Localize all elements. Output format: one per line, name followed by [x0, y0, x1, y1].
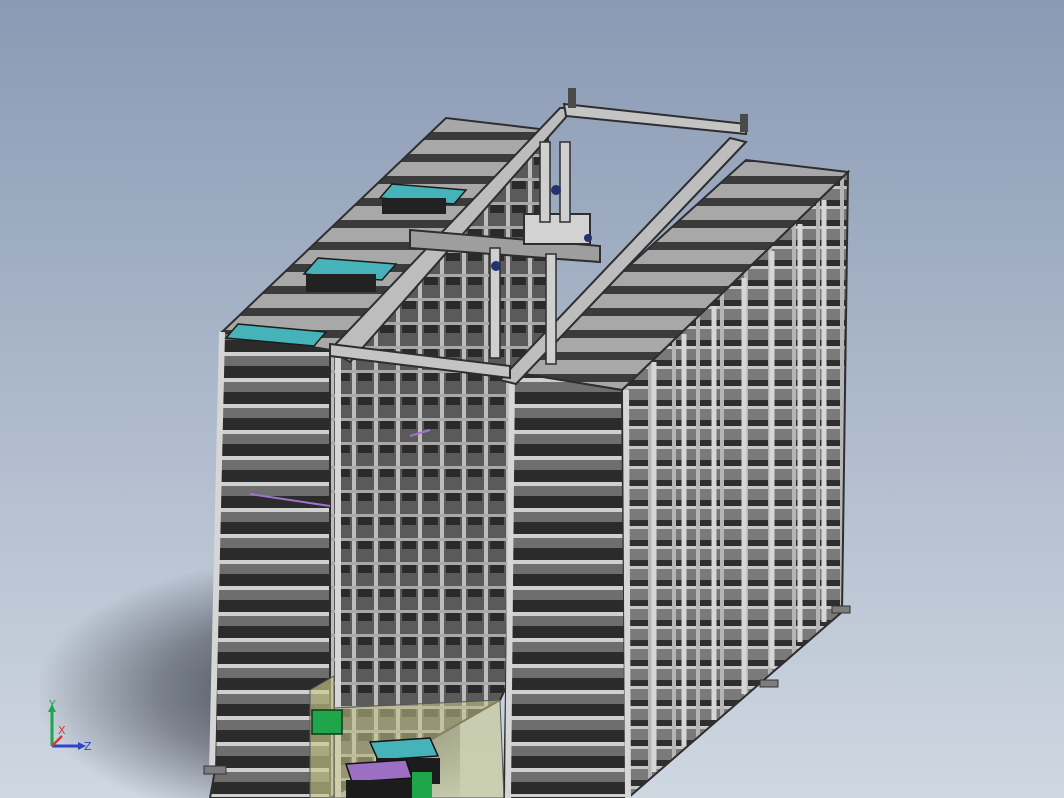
storage-rack-model[interactable]	[0, 0, 1064, 798]
right-rack-front	[502, 370, 628, 798]
z-axis-label: Z	[84, 740, 92, 753]
graphics-viewport[interactable]: Y X Z	[0, 0, 1064, 798]
view-triad[interactable]: Y X Z	[38, 700, 94, 760]
x-axis-label: X	[58, 724, 66, 737]
y-axis-label: Y	[48, 700, 56, 711]
